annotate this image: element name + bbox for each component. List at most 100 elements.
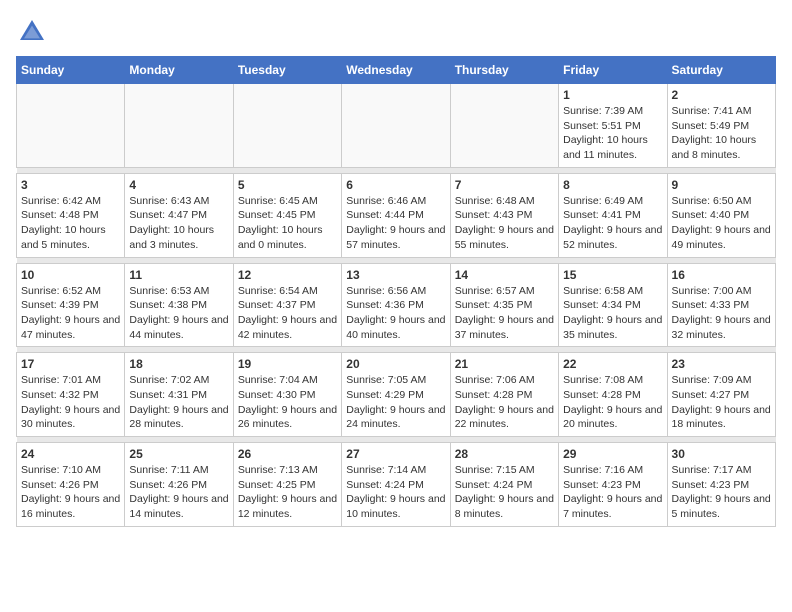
calendar-week-row: 17 Sunrise: 7:01 AMSunset: 4:32 PMDayligh…: [17, 353, 776, 437]
day-number: 27: [346, 447, 445, 461]
day-number: 9: [672, 178, 771, 192]
day-number: 21: [455, 357, 554, 371]
day-info: Sunrise: 7:02 AMSunset: 4:31 PMDaylight:…: [129, 373, 228, 432]
weekday-header-cell: Monday: [125, 57, 233, 84]
calendar-day-cell: 3 Sunrise: 6:42 AMSunset: 4:48 PMDaylight…: [17, 173, 125, 257]
day-info: Sunrise: 6:46 AMSunset: 4:44 PMDaylight:…: [346, 194, 445, 253]
day-info: Sunrise: 6:45 AMSunset: 4:45 PMDaylight:…: [238, 194, 337, 253]
day-info: Sunrise: 7:17 AMSunset: 4:23 PMDaylight:…: [672, 463, 771, 522]
calendar-day-cell: 14 Sunrise: 6:57 AMSunset: 4:35 PMDayligh…: [450, 263, 558, 347]
day-info: Sunrise: 7:06 AMSunset: 4:28 PMDaylight:…: [455, 373, 554, 432]
day-number: 14: [455, 268, 554, 282]
calendar-week-row: 3 Sunrise: 6:42 AMSunset: 4:48 PMDaylight…: [17, 173, 776, 257]
day-info: Sunrise: 6:57 AMSunset: 4:35 PMDaylight:…: [455, 284, 554, 343]
calendar-day-cell: 19 Sunrise: 7:04 AMSunset: 4:30 PMDayligh…: [233, 353, 341, 437]
calendar-day-cell: 23 Sunrise: 7:09 AMSunset: 4:27 PMDayligh…: [667, 353, 775, 437]
day-number: 8: [563, 178, 662, 192]
day-number: 29: [563, 447, 662, 461]
day-info: Sunrise: 6:58 AMSunset: 4:34 PMDaylight:…: [563, 284, 662, 343]
calendar-week-row: 1 Sunrise: 7:39 AMSunset: 5:51 PMDaylight…: [17, 84, 776, 168]
weekday-header-cell: Sunday: [17, 57, 125, 84]
day-info: Sunrise: 7:11 AMSunset: 4:26 PMDaylight:…: [129, 463, 228, 522]
page-header: [16, 16, 776, 48]
calendar-week-row: 10Sunrise: 6:52 AMSunset: 4:39 PMDayligh…: [17, 263, 776, 347]
logo-icon: [16, 16, 48, 48]
day-number: 25: [129, 447, 228, 461]
calendar-week-row: 24 Sunrise: 7:10 AMSunset: 4:26 PMDayligh…: [17, 443, 776, 527]
weekday-header-cell: Wednesday: [342, 57, 450, 84]
day-info: Sunrise: 6:48 AMSunset: 4:43 PMDaylight:…: [455, 194, 554, 253]
day-number: 15: [563, 268, 662, 282]
day-info: Sunrise: 7:08 AMSunset: 4:28 PMDaylight:…: [563, 373, 662, 432]
day-info: Sunrise: 7:15 AMSunset: 4:24 PMDaylight:…: [455, 463, 554, 522]
calendar-day-cell: 27Sunrise: 7:14 AMSunset: 4:24 PMDayligh…: [342, 443, 450, 527]
calendar-table: SundayMondayTuesdayWednesdayThursdayFrid…: [16, 56, 776, 527]
day-number: 23: [672, 357, 771, 371]
calendar-body: 1 Sunrise: 7:39 AMSunset: 5:51 PMDaylight…: [17, 84, 776, 527]
calendar-day-cell: 20 Sunrise: 7:05 AMSunset: 4:29 PMDayligh…: [342, 353, 450, 437]
day-number: 1: [563, 88, 662, 102]
calendar-day-cell: 4 Sunrise: 6:43 AMSunset: 4:47 PMDaylight…: [125, 173, 233, 257]
calendar-day-cell: 7 Sunrise: 6:48 AMSunset: 4:43 PMDaylight…: [450, 173, 558, 257]
day-info: Sunrise: 7:39 AMSunset: 5:51 PMDaylight:…: [563, 104, 662, 163]
calendar-day-cell: 5 Sunrise: 6:45 AMSunset: 4:45 PMDaylight…: [233, 173, 341, 257]
day-info: Sunrise: 7:09 AMSunset: 4:27 PMDaylight:…: [672, 373, 771, 432]
calendar-day-cell: 13Sunrise: 6:56 AMSunset: 4:36 PMDayligh…: [342, 263, 450, 347]
calendar-day-cell: 18 Sunrise: 7:02 AMSunset: 4:31 PMDayligh…: [125, 353, 233, 437]
calendar-day-cell: 26 Sunrise: 7:13 AMSunset: 4:25 PMDayligh…: [233, 443, 341, 527]
calendar-day-cell: 22Sunrise: 7:08 AMSunset: 4:28 PMDayligh…: [559, 353, 667, 437]
calendar-day-cell: 30Sunrise: 7:17 AMSunset: 4:23 PMDayligh…: [667, 443, 775, 527]
day-info: Sunrise: 6:54 AMSunset: 4:37 PMDaylight:…: [238, 284, 337, 343]
calendar-day-cell: [125, 84, 233, 168]
day-number: 3: [21, 178, 120, 192]
day-info: Sunrise: 7:16 AMSunset: 4:23 PMDaylight:…: [563, 463, 662, 522]
day-number: 28: [455, 447, 554, 461]
calendar-day-cell: 2 Sunrise: 7:41 AMSunset: 5:49 PMDaylight…: [667, 84, 775, 168]
day-info: Sunrise: 7:01 AMSunset: 4:32 PMDaylight:…: [21, 373, 120, 432]
calendar-day-cell: 10Sunrise: 6:52 AMSunset: 4:39 PMDayligh…: [17, 263, 125, 347]
day-number: 11: [129, 268, 228, 282]
day-info: Sunrise: 7:10 AMSunset: 4:26 PMDaylight:…: [21, 463, 120, 522]
day-number: 2: [672, 88, 771, 102]
weekday-header-cell: Saturday: [667, 57, 775, 84]
day-info: Sunrise: 7:00 AMSunset: 4:33 PMDaylight:…: [672, 284, 771, 343]
day-info: Sunrise: 7:05 AMSunset: 4:29 PMDaylight:…: [346, 373, 445, 432]
calendar-day-cell: 1 Sunrise: 7:39 AMSunset: 5:51 PMDaylight…: [559, 84, 667, 168]
day-number: 4: [129, 178, 228, 192]
day-number: 24: [21, 447, 120, 461]
calendar-day-cell: 28 Sunrise: 7:15 AMSunset: 4:24 PMDayligh…: [450, 443, 558, 527]
calendar-day-cell: [17, 84, 125, 168]
day-number: 5: [238, 178, 337, 192]
calendar-day-cell: 11 Sunrise: 6:53 AMSunset: 4:38 PMDayligh…: [125, 263, 233, 347]
day-number: 6: [346, 178, 445, 192]
day-number: 17: [21, 357, 120, 371]
day-number: 16: [672, 268, 771, 282]
day-number: 19: [238, 357, 337, 371]
day-number: 18: [129, 357, 228, 371]
weekday-header-row: SundayMondayTuesdayWednesdayThursdayFrid…: [17, 57, 776, 84]
calendar-day-cell: 17 Sunrise: 7:01 AMSunset: 4:32 PMDayligh…: [17, 353, 125, 437]
weekday-header-cell: Thursday: [450, 57, 558, 84]
calendar-day-cell: 8Sunrise: 6:49 AMSunset: 4:41 PMDaylight…: [559, 173, 667, 257]
day-info: Sunrise: 6:52 AMSunset: 4:39 PMDaylight:…: [21, 284, 120, 343]
calendar-day-cell: 21 Sunrise: 7:06 AMSunset: 4:28 PMDayligh…: [450, 353, 558, 437]
day-number: 20: [346, 357, 445, 371]
day-number: 7: [455, 178, 554, 192]
calendar-day-cell: 29 Sunrise: 7:16 AMSunset: 4:23 PMDayligh…: [559, 443, 667, 527]
calendar-day-cell: [450, 84, 558, 168]
day-info: Sunrise: 6:43 AMSunset: 4:47 PMDaylight:…: [129, 194, 228, 253]
day-info: Sunrise: 7:04 AMSunset: 4:30 PMDaylight:…: [238, 373, 337, 432]
calendar-day-cell: 16 Sunrise: 7:00 AMSunset: 4:33 PMDayligh…: [667, 263, 775, 347]
day-info: Sunrise: 7:13 AMSunset: 4:25 PMDaylight:…: [238, 463, 337, 522]
weekday-header-cell: Friday: [559, 57, 667, 84]
calendar-day-cell: 6 Sunrise: 6:46 AMSunset: 4:44 PMDaylight…: [342, 173, 450, 257]
day-info: Sunrise: 6:42 AMSunset: 4:48 PMDaylight:…: [21, 194, 120, 253]
calendar-day-cell: 24 Sunrise: 7:10 AMSunset: 4:26 PMDayligh…: [17, 443, 125, 527]
logo: [16, 16, 52, 48]
day-info: Sunrise: 6:56 AMSunset: 4:36 PMDaylight:…: [346, 284, 445, 343]
day-info: Sunrise: 7:41 AMSunset: 5:49 PMDaylight:…: [672, 104, 771, 163]
day-info: Sunrise: 6:53 AMSunset: 4:38 PMDaylight:…: [129, 284, 228, 343]
calendar-day-cell: 25 Sunrise: 7:11 AMSunset: 4:26 PMDayligh…: [125, 443, 233, 527]
weekday-header-cell: Tuesday: [233, 57, 341, 84]
day-number: 26: [238, 447, 337, 461]
